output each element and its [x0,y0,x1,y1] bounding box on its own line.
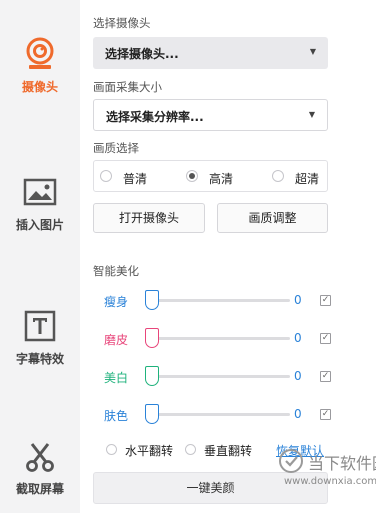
slider-label-slim: 瘦身 [104,295,129,309]
resolution-select[interactable]: 选择采集分辨率... ▼ [93,99,328,131]
slider-value: 0 [294,369,302,383]
quality-label-standard: 普清 [123,172,148,186]
text-icon [24,310,56,342]
resolution-title: 画面采集大小 [93,80,162,94]
beauty-title: 智能美化 [93,264,139,278]
slider-value: 0 [294,407,302,421]
quality-title: 画质选择 [93,141,139,155]
sidebar-item-label: 插入图片 [15,218,64,232]
quality-radio-high[interactable] [186,170,198,182]
slider-label-skin-tone: 肤色 [104,409,129,423]
camera-panel: 选择摄像头 选择摄像头... ▼ 画面采集大小 选择采集分辨率... ▼ 画质选… [80,0,376,513]
watermark-logo-icon [279,449,303,473]
watermark-url: www.downxia.com [284,476,376,487]
sidebar-item-subtitle-effects[interactable]: 字幕特效 [0,310,80,367]
open-camera-button[interactable]: 打开摄像头 [93,203,205,233]
sidebar-item-label: 摄像头 [21,80,58,94]
slider-thumb[interactable] [145,404,159,424]
quality-radio-ultra[interactable] [272,170,284,182]
slider-track[interactable] [150,375,290,378]
slider-thumb[interactable] [145,366,159,386]
dropdown-arrow-icon: ▼ [308,110,315,119]
quality-radio-standard[interactable] [100,170,112,182]
slider-enable-checkbox[interactable]: ✓ [320,295,331,306]
watermark-title: 当下软件园 [308,454,376,473]
sidebar-item-screenshot[interactable]: 截取屏幕 [0,442,80,497]
slider-track[interactable] [150,299,290,302]
slider-enable-checkbox[interactable]: ✓ [320,333,331,344]
flip-horizontal-label: 水平翻转 [125,444,174,458]
slider-value: 0 [294,331,302,345]
slider-label-smooth: 磨皮 [104,333,129,347]
resolution-select-value: 选择采集分辨率... [106,110,204,124]
quality-label-high: 高清 [209,172,234,186]
flip-horizontal-radio[interactable] [106,444,117,455]
slider-enable-checkbox[interactable]: ✓ [320,409,331,420]
image-icon [23,178,57,206]
watermark: 当下软件园 www.downxia.com [278,446,376,496]
scissors-icon [26,443,54,472]
sidebar-item-camera[interactable]: 摄像头 [0,36,80,95]
sidebar-item-label: 截取屏幕 [15,482,64,496]
camera-select-title: 选择摄像头 [93,16,151,30]
webcam-icon [26,37,54,69]
sidebar-item-insert-image[interactable]: 插入图片 [0,178,80,233]
slider-value: 0 [294,293,302,307]
slider-label-whiten: 美白 [104,371,129,385]
flip-vertical-label: 垂直翻转 [204,444,253,458]
dropdown-arrow-icon: ▼ [309,47,316,56]
slider-thumb[interactable] [145,290,159,310]
slider-enable-checkbox[interactable]: ✓ [320,371,331,382]
sidebar: 摄像头 插入图片 字幕特效 截取屏幕 [0,0,80,513]
slider-track[interactable] [150,337,290,340]
quality-radio-group: 普清 高清 超清 [93,160,328,192]
slider-thumb[interactable] [145,328,159,348]
quality-adjust-button[interactable]: 画质调整 [217,203,328,233]
quality-label-ultra: 超清 [295,172,320,186]
sidebar-item-label: 字幕特效 [15,352,64,366]
flip-vertical-radio[interactable] [185,444,196,455]
camera-select-value: 选择摄像头... [105,47,179,61]
slider-track[interactable] [150,413,290,416]
camera-select[interactable]: 选择摄像头... ▼ [93,37,328,69]
